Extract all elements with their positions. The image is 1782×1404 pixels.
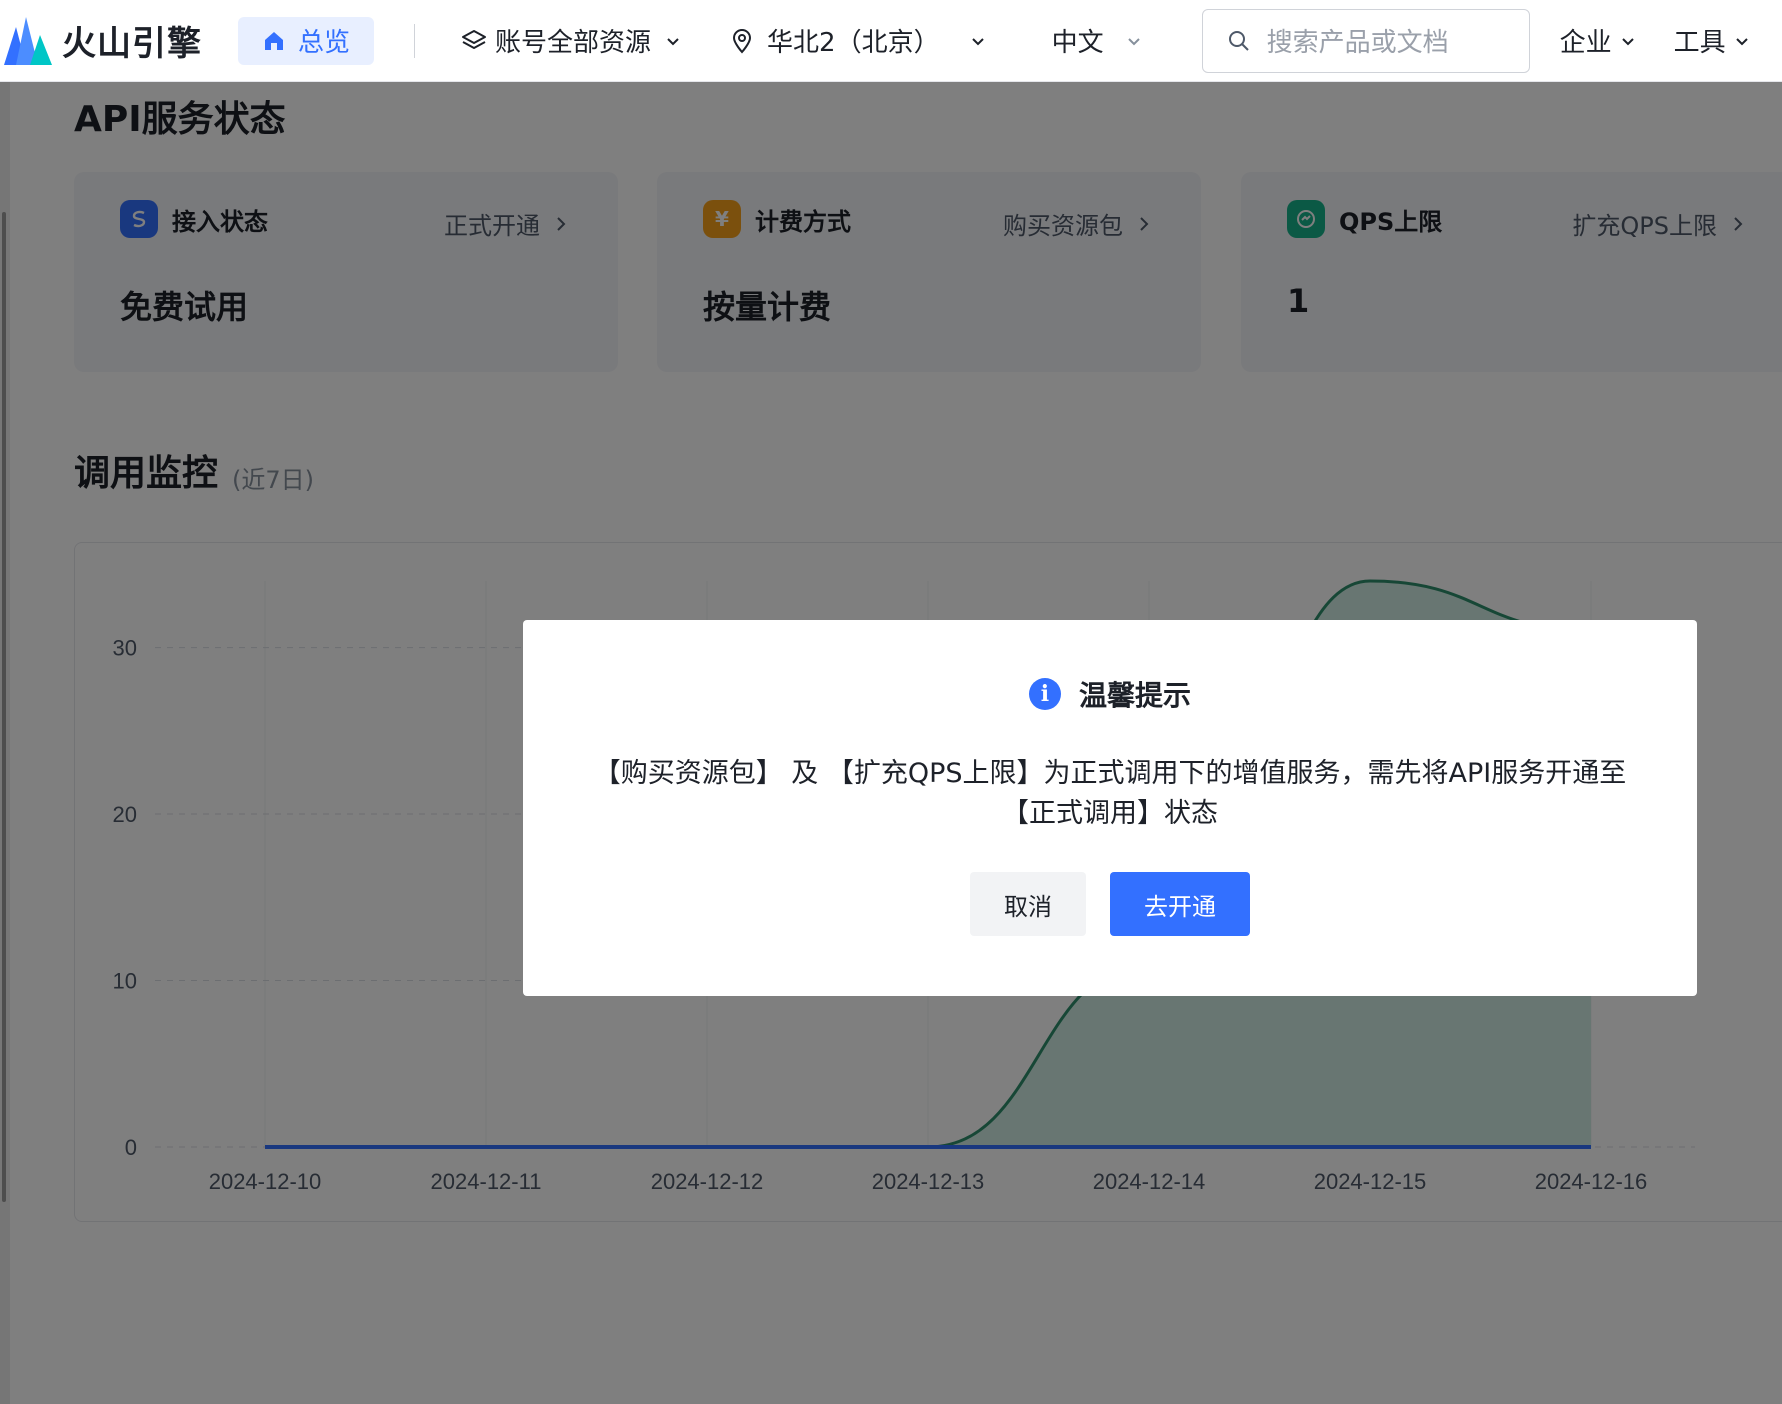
cancel-button[interactable]: 取消: [970, 872, 1086, 936]
dialog-actions: 取消 去开通: [523, 872, 1697, 936]
home-icon: [265, 31, 283, 50]
chevron-down-icon: [1127, 37, 1140, 45]
dialog-header: i 温馨提示: [523, 674, 1697, 714]
tools-label: 工具: [1673, 28, 1726, 58]
warning-dialog: i 温馨提示 【购买资源包】 及 【扩充QPS上限】为正式调用下的增值服务，需先…: [523, 620, 1697, 996]
tools-dropdown[interactable]: 工具: [1674, 22, 1750, 59]
brand-name: 火山引擎: [62, 24, 202, 64]
search-icon: [1228, 30, 1249, 51]
chevron-down-icon: [1735, 37, 1748, 45]
location-pin-icon: [733, 28, 752, 54]
language-dropdown[interactable]: 中文: [1052, 22, 1142, 59]
layers-icon: [462, 29, 487, 49]
chevron-down-icon: [971, 37, 984, 45]
resources-dropdown[interactable]: 账号全部资源: [461, 22, 681, 59]
dialog-title: 温馨提示: [1078, 679, 1191, 712]
volcengine-logo-icon: [4, 16, 52, 65]
overview-button[interactable]: 总览: [238, 16, 375, 65]
chevron-down-icon: [667, 37, 679, 45]
enterprise-label: 企业: [1559, 28, 1612, 58]
region-label: 华北2（北京）: [767, 28, 940, 58]
search-placeholder: 搜索产品或文档: [1266, 28, 1449, 58]
nav-divider: [414, 23, 416, 58]
enterprise-dropdown[interactable]: 企业: [1560, 22, 1636, 59]
search-input[interactable]: 搜索产品或文档: [1201, 8, 1530, 73]
language-label: 中文: [1051, 28, 1104, 58]
resources-label: 账号全部资源: [495, 28, 652, 58]
top-navigation-bar: 火山引擎 总览 账号全部资源 华北2（北京） 中文 搜索产品或文档 企业 工具: [0, 0, 1782, 82]
brand[interactable]: 火山引擎: [0, 0, 202, 82]
info-icon: i: [1028, 678, 1061, 710]
region-dropdown[interactable]: 华北2（北京）: [731, 22, 986, 59]
dialog-message: 【购买资源包】 及 【扩充QPS上限】为正式调用下的增值服务，需先将API服务开…: [593, 758, 1627, 829]
go-activate-button[interactable]: 去开通: [1110, 872, 1250, 936]
overview-label: 总览: [298, 28, 351, 58]
chevron-down-icon: [1621, 37, 1634, 45]
